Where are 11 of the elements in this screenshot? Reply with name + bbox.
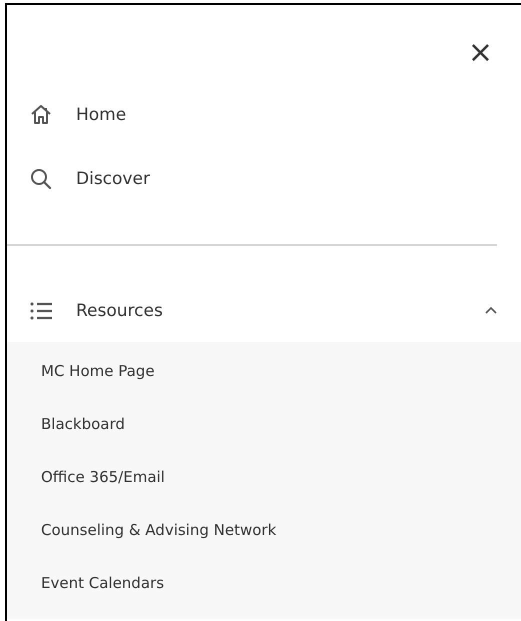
submenu-link[interactable]: Event Calendars	[7, 556, 521, 609]
section-header[interactable]: Resources	[7, 280, 521, 342]
nav-link[interactable]: Home	[7, 83, 521, 147]
search-icon	[29, 167, 53, 191]
close-button[interactable]: ×	[464, 33, 497, 73]
submenu-link[interactable]: Counseling & Advising Network	[7, 503, 521, 556]
submenu-link[interactable]: Blackboard	[7, 397, 521, 450]
submenu-link[interactable]: MC Home Page	[7, 344, 521, 397]
home-icon	[29, 103, 53, 127]
submenu-link[interactable]: Office 365/Email	[7, 450, 521, 503]
nav-link[interactable]: Discover	[7, 147, 521, 211]
